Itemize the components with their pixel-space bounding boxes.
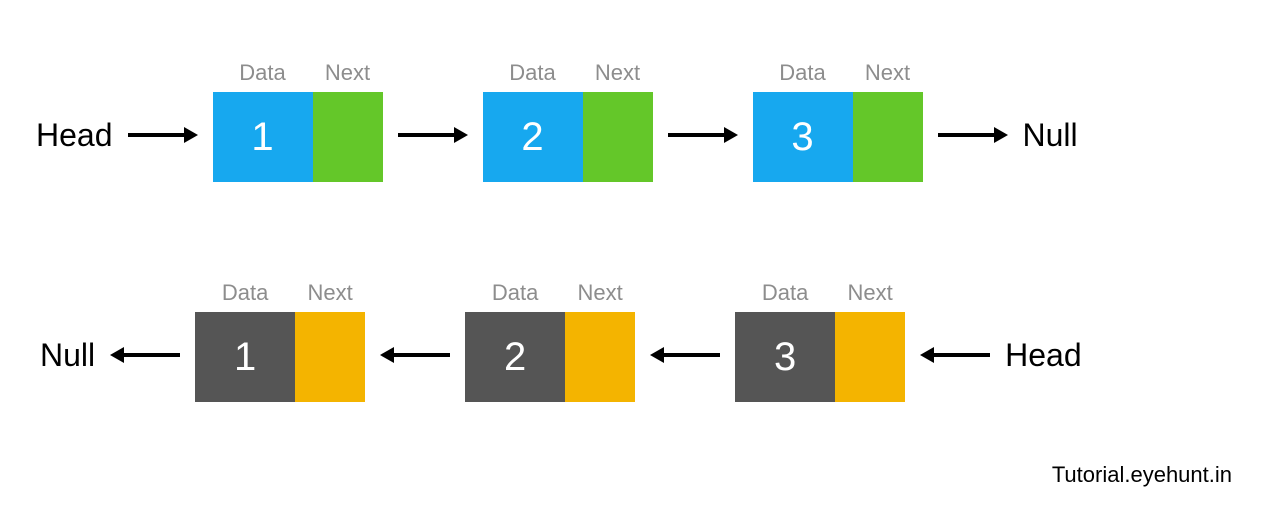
watermark: Tutorial.eyehunt.in [1052,462,1232,488]
list-node: Data Next 1 [213,60,383,182]
node-data-cell: 2 [465,312,565,402]
node-header-next: Next [565,280,635,312]
node-data-cell: 3 [753,92,853,182]
null-label: Null [40,310,95,400]
node-header-next: Next [853,60,923,92]
arrow-left-icon [905,310,1005,400]
linked-list-reversed: Null Data Next 1 Data Next 2 Data Nex [40,280,1082,402]
node-header-data: Data [195,280,295,312]
node-header-data: Data [213,60,313,92]
node-next-cell [835,312,905,402]
node-next-cell [295,312,365,402]
node-data-cell: 1 [213,92,313,182]
node-data-cell: 3 [735,312,835,402]
node-next-cell [313,92,383,182]
arrow-left-icon [635,310,735,400]
node-header-next: Next [295,280,365,312]
node-next-cell [583,92,653,182]
node-header-next: Next [835,280,905,312]
list-node: Data Next 2 [483,60,653,182]
list-node: Data Next 3 [753,60,923,182]
null-label: Null [1023,90,1078,180]
node-header-next: Next [313,60,383,92]
node-data-cell: 1 [195,312,295,402]
head-label: Head [1005,310,1082,400]
node-header-data: Data [483,60,583,92]
node-header-data: Data [753,60,853,92]
arrow-right-icon [383,90,483,180]
node-data-cell: 2 [483,92,583,182]
linked-list-original: Head Data Next 1 Data Next 2 Data Nex [36,60,1078,182]
node-header-data: Data [465,280,565,312]
list-node: Data Next 3 [735,280,905,402]
arrow-left-icon [365,310,465,400]
node-header-next: Next [583,60,653,92]
head-label: Head [36,90,113,180]
arrow-right-icon [113,90,213,180]
node-next-cell [853,92,923,182]
arrow-right-icon [653,90,753,180]
arrow-left-icon [95,310,195,400]
node-next-cell [565,312,635,402]
list-node: Data Next 2 [465,280,635,402]
node-header-data: Data [735,280,835,312]
arrow-right-icon [923,90,1023,180]
list-node: Data Next 1 [195,280,365,402]
